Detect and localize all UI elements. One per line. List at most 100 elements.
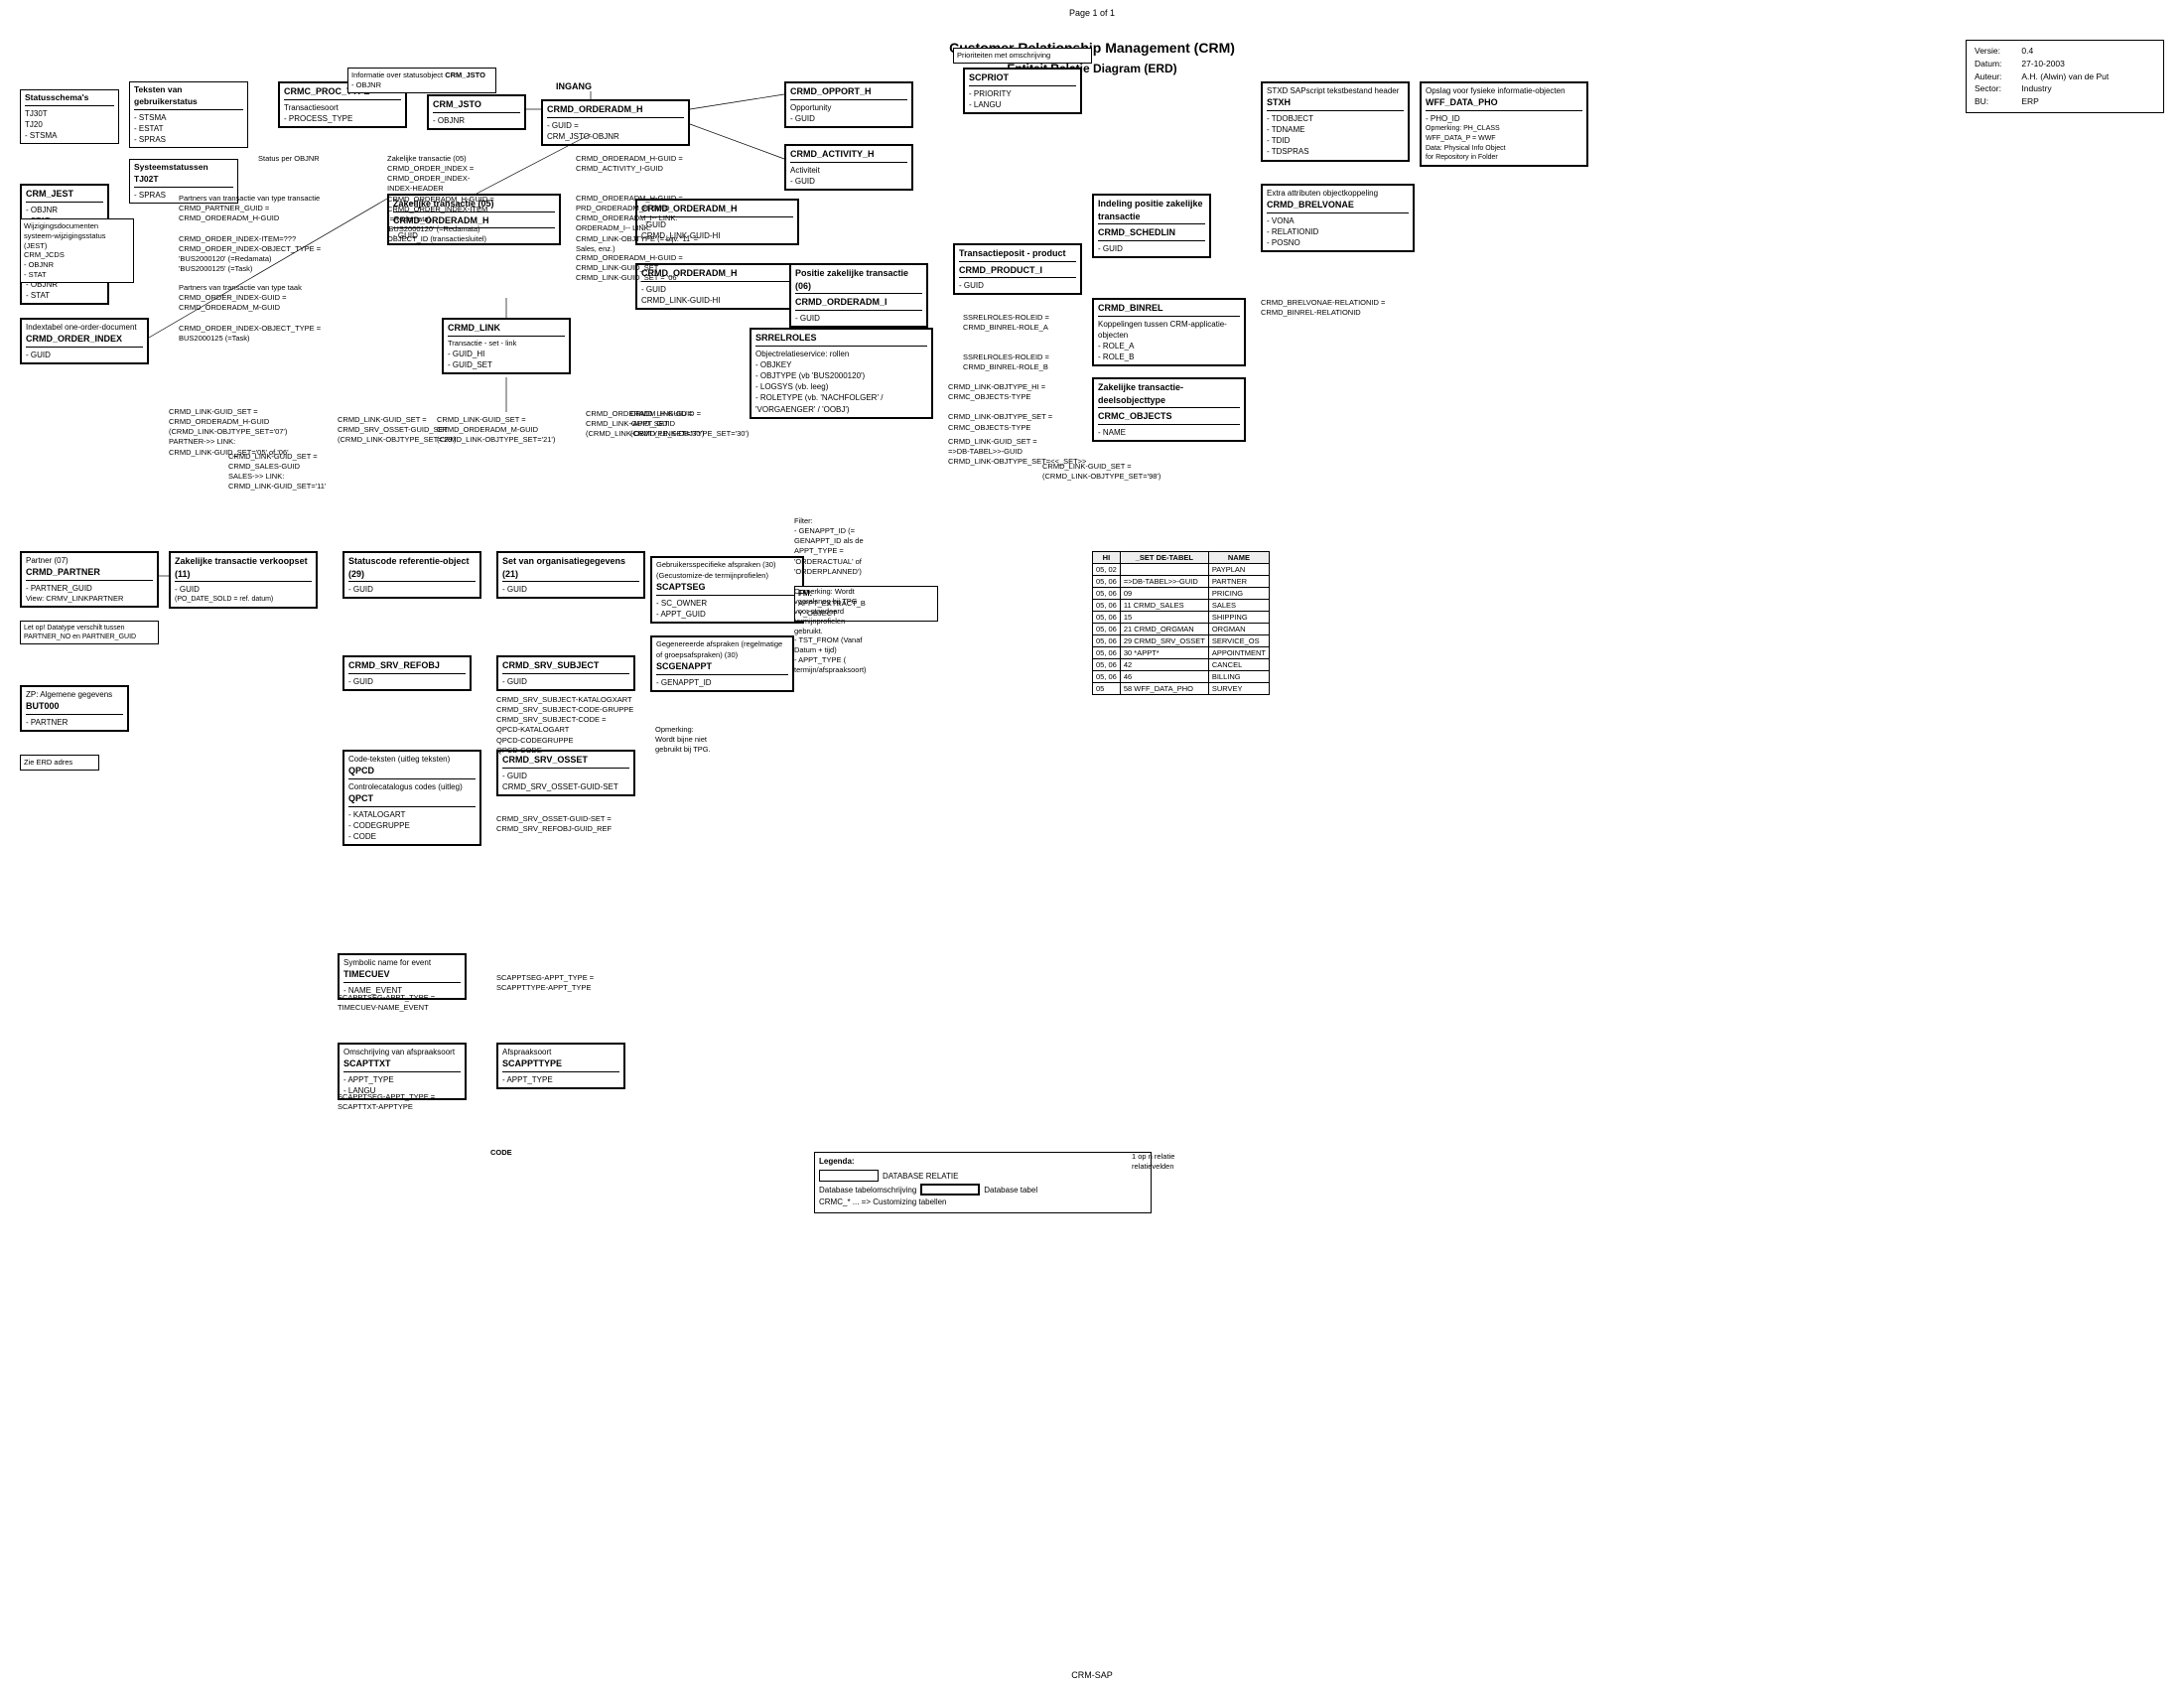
crmd-activity-field: - GUID — [790, 176, 907, 187]
sector-label: Sector: — [1973, 82, 2019, 95]
crmd-srv-refobj-guid: - GUID — [348, 676, 466, 687]
r8c1: 05, 06 — [1093, 647, 1121, 659]
r6c1: 05, 06 — [1093, 624, 1121, 635]
r10c2: 46 — [1120, 671, 1208, 683]
callout-info-text: Informatie over statusobject CRM_JSTO — [351, 70, 492, 80]
code-label: CODE — [490, 1148, 659, 1158]
entity-org-set: Set van organisatiegegevens (21) - GUID — [496, 551, 645, 599]
r7c3: SERVICE_OS — [1208, 635, 1269, 647]
legend-note-text: Database tabelomschrijving — [819, 1186, 916, 1195]
legend-item-1: DATABASE RELATIE — [819, 1170, 1147, 1182]
r5c3: SHIPPING — [1208, 612, 1269, 624]
crmc-proc-subtitle: Transactiesoort — [284, 102, 401, 113]
statuscode-ref-title: Statuscode referentie-object (29) — [348, 555, 476, 582]
legend-crmc-text: CRMC_* ... => Customizing tabellen — [819, 1197, 947, 1206]
crmd-srv-subject-guid: - GUID — [502, 676, 629, 687]
crmd-brelvonae-subtitle: Extra attributen objectkoppeling — [1267, 188, 1409, 199]
entity-zakelijk-verkoop: Zakelijke transactie verkoopset (11) - G… — [169, 551, 318, 609]
entity-crmd-opport-h: CRMD_OPPORT_H Opportunity - GUID — [784, 81, 913, 128]
page-container: Page 1 of 1 CRM-SAP Customer Relationshi… — [0, 0, 2184, 1688]
crmd-partner-guid: - PARTNER_GUID — [26, 583, 153, 594]
r9c2: 42 — [1120, 659, 1208, 671]
scaptseg-subtitle: Gebruikersspecifieke afspraken (30) (Gec… — [656, 560, 798, 581]
zie-erd-text: Zie ERD adres — [24, 758, 95, 768]
crm-jsto-title: CRM_JSTO — [433, 98, 520, 113]
entity-crmd-schedlin: Indeling positie zakelijke transactie CR… — [1092, 194, 1211, 258]
entity-crmd-orderadm-i: Positie zakelijke transactie (06) CRMD_O… — [789, 263, 928, 328]
callout-zie-erd: Zie ERD adres — [20, 755, 99, 771]
r1c3: PAYPLAN — [1208, 564, 1269, 576]
qpcd-code: - CODE — [348, 831, 476, 842]
r11c1: 05 — [1093, 683, 1121, 695]
crmd-schedlin-title: Indeling positie zakelijke transactie — [1098, 198, 1205, 224]
crmd-srv-osset-guid-set: CRMD_SRV_OSSET-GUID-SET — [502, 781, 629, 792]
crmd-srv-subject-title: CRMD_SRV_SUBJECT — [502, 659, 629, 674]
r1c2 — [1120, 564, 1208, 576]
note-crmd-h-activity: CRMD_ORDERADM_H-GUID = CRMD_LINK-GUID_SE… — [576, 253, 745, 283]
srrelroles-logsys: - LOGSYS (vb. leeg) — [755, 381, 927, 392]
note-crmd-brelvonae: CRMD_BRELVONAE-RELATIONID = CRMD_BINREL-… — [1261, 298, 1420, 318]
note-order-index: Zakelijke transactie (05) CRMD_ORDER_IND… — [387, 154, 566, 244]
callout-info-field: - OBJNR — [351, 80, 492, 90]
entity-crmd-orderadm-h-ingang: CRMD_ORDERADM_H - GUID = CRM_JSTO-OBJNR — [541, 99, 690, 146]
entity-srrelroles: SRRELROLES Objectrelatieservice: rollen … — [750, 328, 933, 419]
r3c3: PRICING — [1208, 588, 1269, 600]
entity-qpcd: Code-teksten (uitleg teksten) QPCD Contr… — [342, 750, 481, 846]
note-partners-trans: Partners van transactie van type transac… — [179, 194, 372, 274]
timecuev-title: TIMECUEV — [343, 968, 461, 983]
note-scappttype: SCAPPTSEG-APPT_TYPE = SCAPPTTYPE-APPT_TY… — [496, 973, 635, 993]
qpcd-title: QPCD — [348, 765, 476, 779]
entity-teksten-title: Teksten van gebruikerstatus — [134, 84, 243, 110]
legend-title: Legenda: — [819, 1157, 1147, 1166]
zakelijk-verkoop-guid: - GUID — [175, 584, 312, 595]
legend-rect-thin — [819, 1170, 879, 1182]
crmc-objects-sub: CRMC_OBJECTS — [1098, 410, 1240, 425]
r8c3: APPOINTMENT — [1208, 647, 1269, 659]
r6c3: ORGMAN — [1208, 624, 1269, 635]
entity-wff-data-pho: Opslag voor fysieke informatie-objecten … — [1420, 81, 1588, 167]
callout-wijz-text: Wijzigingsdocumenten systeem-wijzigingss… — [24, 221, 130, 250]
entity-scpriot: SCPRIOT - PRIORITY - LANGU — [963, 68, 1082, 114]
crmd-product-i-sub: CRMD_PRODUCT_I — [959, 264, 1076, 279]
statuscode-ref-guid: - GUID — [348, 584, 476, 595]
scapttxt-subtitle: Omschrijving van afspraaksoort — [343, 1047, 461, 1057]
wff-data-table: HI _SET DE-TABEL NAME 05, 02PAYPLAN 05, … — [1092, 551, 1270, 695]
note-crmd-link-4: CRMD_LINK-GUID_SET = CRMD_ORDERADM_M-GUI… — [437, 415, 596, 445]
crmd-link-subtitle: Transactie - set - link — [448, 339, 565, 350]
scappttype-subtitle: Afspraaksoort — [502, 1047, 619, 1057]
versie-value: 0.4 — [2019, 45, 2157, 58]
crmd-schedlin-sub: CRMD_SCHEDLIN — [1098, 226, 1205, 241]
field-stsma2: - STSMA — [134, 112, 243, 123]
r11c2: 58 WFF_DATA_PHO — [1120, 683, 1208, 695]
qpcd-katalogart: - KATALOGART — [348, 809, 476, 820]
r7c1: 05, 06 — [1093, 635, 1121, 647]
field-spras: - SPRAS — [134, 134, 243, 145]
ingang-label: INGANG — [556, 81, 592, 91]
r6c2: 21 CRMD_ORGMAN — [1120, 624, 1208, 635]
entity-crmd-activity-h: CRMD_ACTIVITY_H Activiteit - GUID — [784, 144, 913, 191]
note-crmd-srv-subject: CRMD_SRV_SUBJECT-KATALOGXART CRMD_SRV_SU… — [496, 695, 635, 756]
r2c3: PARTNER — [1208, 576, 1269, 588]
crmd-srv-osset-title: CRMD_SRV_OSSET — [502, 754, 629, 769]
datum-label: Datum: — [1973, 58, 2019, 70]
scpriot-field2: - LANGU — [969, 99, 1076, 110]
scgenappt-genappt-id: - GENAPPT_ID — [656, 677, 788, 688]
note-crmd-link-1: CRMD_LINK-GUID_SET = CRMD_ORDERADM_H-GUI… — [169, 407, 347, 458]
callout-partner-note: Let op! Datatype verschilt tussen PARTNE… — [20, 621, 159, 644]
crmd-brelvonae-title: CRMD_BRELVONAE — [1267, 199, 1409, 213]
legend-item-3: CRMC_* ... => Customizing tabellen — [819, 1197, 1147, 1206]
srrelroles-objtype: - OBJTYPE (vb 'BUS2000120') — [755, 370, 927, 381]
crmd-link-guid-set: - GUID_SET — [448, 359, 565, 370]
crmd-opport-subtitle: Opportunity — [790, 102, 907, 113]
entity-stxh: STXD SAPscript tekstbestand header STXH … — [1261, 81, 1410, 162]
auteur-label: Auteur: — [1973, 70, 2019, 83]
r10c1: 05, 06 — [1093, 671, 1121, 683]
wff-data-pho-id: - PHO_ID — [1426, 113, 1582, 124]
note-1-n-relatie: 1 op n relatierelatievelden — [1132, 1152, 1251, 1172]
stxh-tdid: - TDID — [1267, 135, 1404, 146]
partner-note-text: Let op! Datatype verschilt tussen PARTNE… — [24, 624, 155, 641]
page-number: Page 1 of 1 — [1069, 8, 1115, 18]
note-crmd-h-guid: CRMD_ORDERADM_H-GUID = CRMD_ACTIVITY_I-G… — [576, 154, 745, 174]
r9c1: 05, 06 — [1093, 659, 1121, 671]
crmd-binrel-role-b: - ROLE_B — [1098, 352, 1240, 362]
